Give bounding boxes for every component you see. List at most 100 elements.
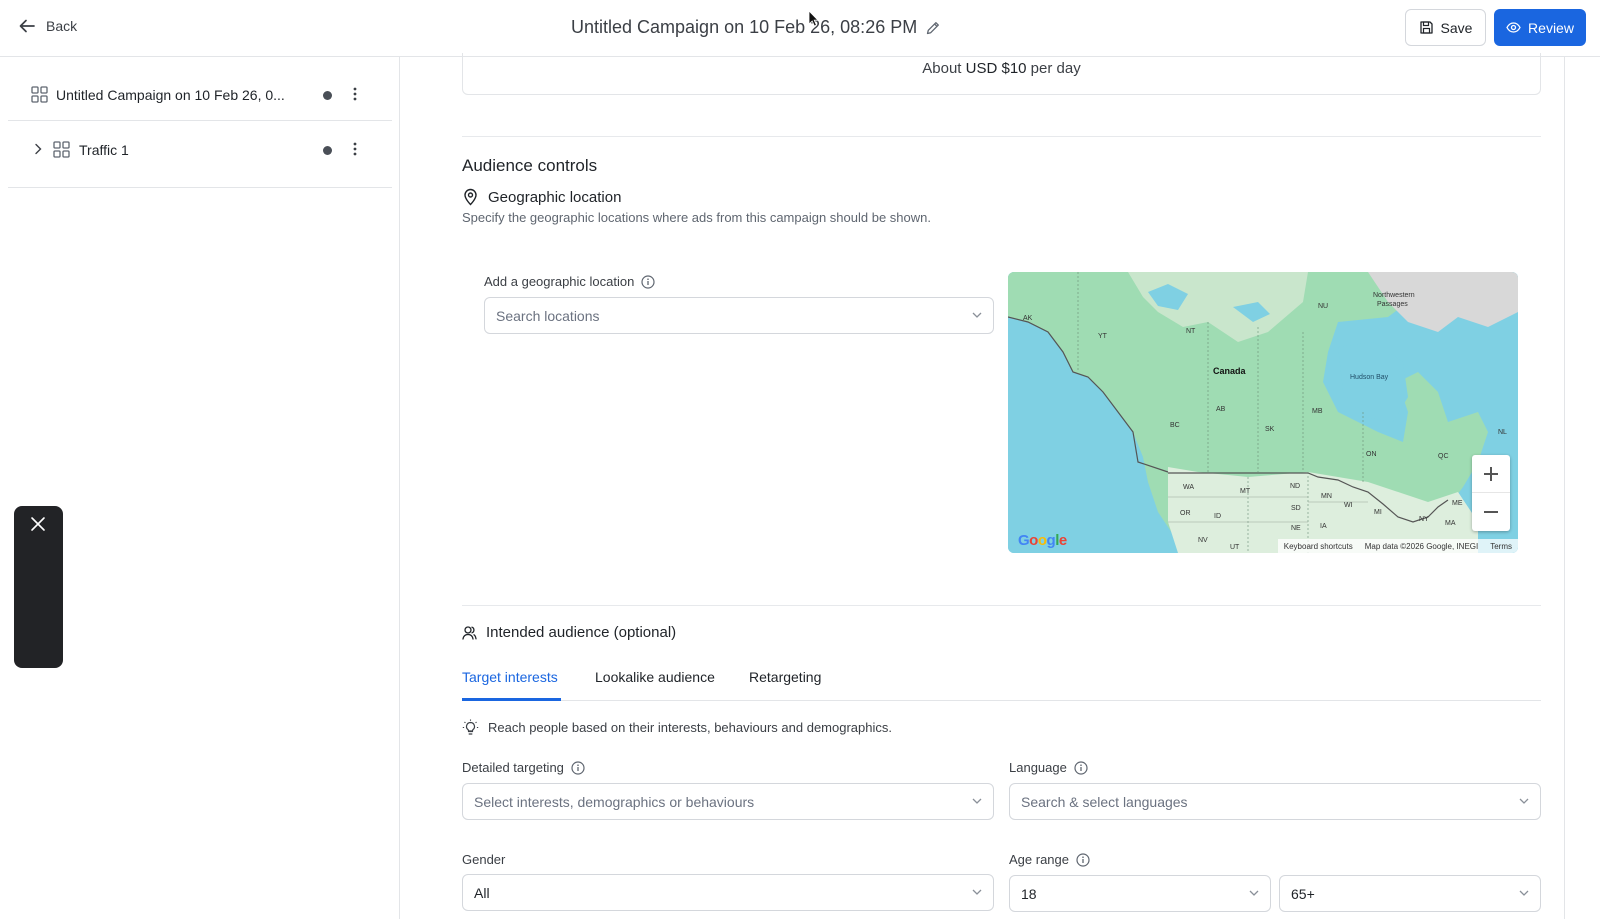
map-label-northwestern: Northwestern xyxy=(1373,292,1415,299)
info-icon[interactable] xyxy=(571,760,585,775)
tab-lookalike-audience[interactable]: Lookalike audience xyxy=(595,669,715,685)
info-icon[interactable] xyxy=(641,274,655,289)
age-max-value: 65+ xyxy=(1291,886,1315,902)
back-label: Back xyxy=(46,18,78,34)
map-label-sk: SK xyxy=(1265,426,1275,433)
status-dot xyxy=(323,91,332,100)
location-search-placeholder: Search locations xyxy=(496,308,600,324)
daily-budget-summary: About USD $10 per day xyxy=(462,53,1541,95)
gender-label: Gender xyxy=(462,852,505,867)
map-label-wi: WI xyxy=(1344,502,1353,509)
map-label-qc: QC xyxy=(1438,453,1449,460)
chevron-right-icon[interactable] xyxy=(33,143,43,155)
map-label-ne: NE xyxy=(1291,525,1301,532)
map-label-ut: UT xyxy=(1230,544,1240,551)
tree-item-traffic[interactable]: Traffic 1 xyxy=(8,122,392,188)
budget-suffix: per day xyxy=(1026,60,1081,77)
age-min-select[interactable]: 18 xyxy=(1009,875,1271,912)
close-icon[interactable] xyxy=(28,514,48,534)
map-canvas[interactable]: AK YT NT NU Northwestern Passages Canada… xyxy=(1008,272,1518,553)
gender-select[interactable]: All xyxy=(462,874,994,911)
map-label-sd: SD xyxy=(1291,505,1301,512)
map-label-nv: NV xyxy=(1198,537,1208,544)
keyboard-shortcuts-link[interactable]: Keyboard shortcuts xyxy=(1284,542,1353,551)
more-options-icon[interactable] xyxy=(350,140,360,158)
map-label-wa: WA xyxy=(1183,484,1194,491)
review-button[interactable]: Review xyxy=(1494,9,1586,46)
map-label-ak: AK xyxy=(1023,315,1033,322)
save-button[interactable]: Save xyxy=(1405,9,1486,46)
map-label-mi: MI xyxy=(1374,509,1382,516)
map-attribution: Keyboard shortcuts Map data ©2026 Google… xyxy=(1277,539,1518,553)
map-label-hudson-bay: Hudson Bay xyxy=(1350,374,1389,381)
map-label-ma: MA xyxy=(1445,520,1456,527)
map-label-ia: IA xyxy=(1320,523,1327,530)
floating-toolbar xyxy=(14,506,63,668)
budget-amount: USD $10 xyxy=(965,60,1027,77)
arrow-left-icon xyxy=(19,19,35,33)
map-label-mn: MN xyxy=(1321,493,1332,500)
language-label-text: Language xyxy=(1009,760,1067,775)
tab-target-interests[interactable]: Target interests xyxy=(462,669,558,685)
user-icon xyxy=(462,626,477,640)
map-label-or: OR xyxy=(1180,510,1191,517)
mouse-pointer-icon xyxy=(808,10,819,27)
more-options-icon[interactable] xyxy=(350,85,360,103)
chevron-down-icon xyxy=(1519,890,1529,896)
zoom-out-button[interactable] xyxy=(1472,493,1510,531)
intended-audience-heading: Intended audience (optional) xyxy=(462,624,676,641)
active-tab-indicator xyxy=(462,698,561,701)
tree-item-campaign[interactable]: Untitled Campaign on 10 Feb 26, 0... xyxy=(8,61,392,121)
google-logo: Google xyxy=(1018,532,1067,549)
age-range-label-text: Age range xyxy=(1009,852,1069,867)
zoom-in-button[interactable] xyxy=(1472,455,1510,493)
budget-prefix: About xyxy=(922,60,966,77)
minus-icon xyxy=(1484,511,1498,513)
back-button[interactable]: Back xyxy=(18,17,77,35)
location-map[interactable]: AK YT NT NU Northwestern Passages Canada… xyxy=(1008,272,1518,553)
language-placeholder: Search & select languages xyxy=(1021,794,1188,810)
campaign-tree-sidebar: Untitled Campaign on 10 Feb 26, 0... Tra… xyxy=(0,57,400,919)
audience-tabs: Target interests Lookalike audience Reta… xyxy=(462,660,1541,701)
geo-location-heading: Geographic location xyxy=(462,188,621,206)
tab-retargeting[interactable]: Retargeting xyxy=(749,669,821,685)
tree-item-label: Untitled Campaign on 10 Feb 26, 0... xyxy=(56,87,285,103)
info-icon[interactable] xyxy=(1074,760,1088,775)
pencil-icon[interactable] xyxy=(925,20,941,36)
geo-location-description: Specify the geographic locations where a… xyxy=(462,210,931,225)
chevron-down-icon xyxy=(972,312,982,318)
detailed-targeting-placeholder: Select interests, demographics or behavi… xyxy=(474,794,755,810)
campaign-title-text: Untitled Campaign on 10 Feb 26, 08:26 PM xyxy=(571,17,918,37)
grid-icon xyxy=(31,86,48,103)
gender-label-text: Gender xyxy=(462,852,506,867)
detailed-targeting-select[interactable]: Select interests, demographics or behavi… xyxy=(462,783,994,820)
chevron-down-icon xyxy=(972,889,982,895)
plus-icon xyxy=(1484,466,1498,481)
interests-hint-text: Reach people based on their interests, b… xyxy=(488,720,892,735)
age-min-value: 18 xyxy=(1021,886,1037,902)
map-pin-icon xyxy=(464,188,477,206)
add-location-label: Add a geographic location xyxy=(484,274,655,289)
map-terms-link[interactable]: Terms xyxy=(1490,542,1512,551)
campaign-title: Untitled Campaign on 10 Feb 26, 08:26 PM xyxy=(571,17,941,38)
map-label-canada: Canada xyxy=(1213,366,1247,376)
location-search-select[interactable]: Search locations xyxy=(484,297,994,334)
map-label-bc: BC xyxy=(1170,422,1180,429)
interests-hint: Reach people based on their interests, b… xyxy=(462,719,892,736)
audience-controls-heading: Audience controls xyxy=(462,156,598,175)
map-label-mb: MB xyxy=(1312,408,1323,415)
map-label-yt: YT xyxy=(1098,333,1108,340)
floppy-disk-icon xyxy=(1419,21,1433,34)
chevron-down-icon xyxy=(972,798,982,804)
age-max-select[interactable]: 65+ xyxy=(1279,875,1541,912)
eye-icon xyxy=(1506,22,1521,33)
map-data-credit: Map data ©2026 Google, INEGI xyxy=(1364,541,1479,551)
detailed-targeting-label-text: Detailed targeting xyxy=(462,760,564,775)
map-label-nu: NU xyxy=(1318,303,1328,310)
map-label-nt: NT xyxy=(1186,328,1196,335)
status-dot xyxy=(323,146,332,155)
section-divider xyxy=(462,605,1541,606)
language-select[interactable]: Search & select languages xyxy=(1009,783,1541,820)
info-icon[interactable] xyxy=(1076,852,1090,867)
map-label-nl: NL xyxy=(1498,429,1507,436)
